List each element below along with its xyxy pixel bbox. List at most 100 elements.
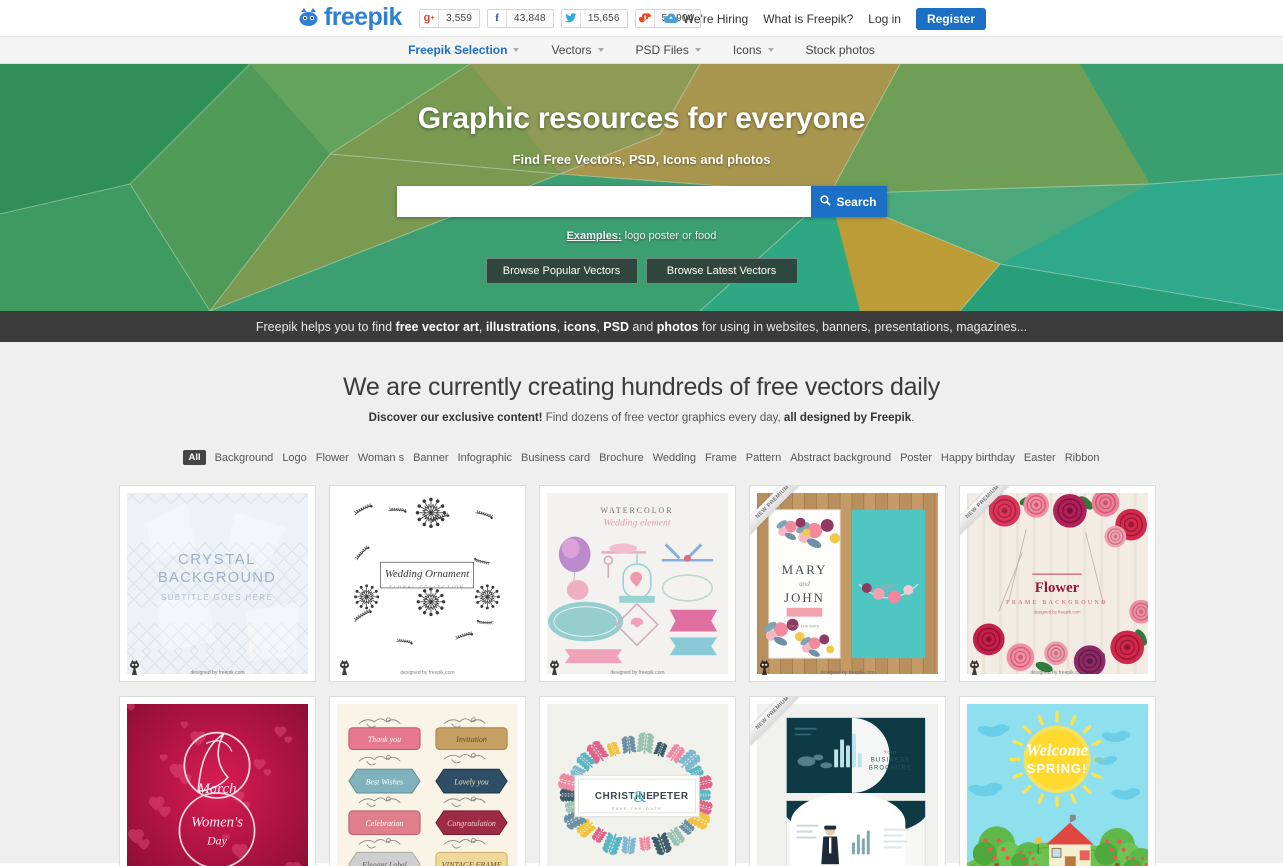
thumbnail-image-mary-john-invitation: MARY and JOHN SAVE THE DATE: [757, 493, 938, 674]
thumbnail-image-christine-peter: CHRISTINE & PETER SAVE THE DATE: [547, 704, 728, 866]
svg-text:FRAME BACKGROUND: FRAME BACKGROUND: [1006, 600, 1108, 606]
thumbnail-card-welcome-spring[interactable]: Welcome SPRING!: [959, 696, 1156, 866]
login-link[interactable]: Log in: [868, 12, 901, 26]
svg-text:SAVE THE DATE: SAVE THE DATE: [612, 806, 663, 811]
nav-item-label: Freepik Selection: [408, 43, 508, 57]
nav-item-icons[interactable]: Icons: [717, 37, 790, 63]
strip-text-1: Freepik helps you to find: [255, 319, 396, 334]
tag-frame[interactable]: Frame: [705, 452, 737, 464]
section-subtitle: Discover our exclusive content! Find doz…: [0, 412, 1283, 424]
thumbnail-credit: designed by freepik.com: [820, 670, 875, 676]
tag-flower[interactable]: Flower: [316, 452, 349, 464]
thumbnail-credit: designed by freepik.com: [1030, 670, 1085, 676]
google-plus-count: 3,559: [446, 12, 473, 24]
tag-pattern[interactable]: Pattern: [746, 452, 781, 464]
svg-text:Best Wishes: Best Wishes: [366, 778, 404, 787]
nav-item-vectors[interactable]: Vectors: [535, 37, 619, 63]
thumbnail-card-vintage-labels[interactable]: Thank you Invitation Best Wishes Lovely …: [329, 696, 526, 866]
strip-bold-3: icons: [563, 319, 597, 334]
tag-easter[interactable]: Easter: [1024, 452, 1056, 464]
category-filter-tags: All Background Logo Flower Woman s Banner Info…: [0, 450, 1283, 465]
svg-text:BUSINESS: BUSINESS: [871, 757, 910, 763]
thumbnail-card-mary-john-invitation[interactable]: MARY and JOHN SAVE THE DATE NEW PREMIUM d…: [749, 485, 946, 682]
svg-text:Flower: Flower: [1035, 580, 1080, 596]
logo-wordmark: freepik: [324, 2, 402, 31]
top-right-nav: We're Hiring What is Freepik? Log in Reg…: [663, 7, 986, 30]
strip-text-3: ,: [556, 319, 564, 334]
tag-abstract-background[interactable]: Abstract background: [790, 452, 891, 464]
social-facebook[interactable]: f 43,848: [487, 8, 554, 28]
search-input[interactable]: [396, 186, 811, 217]
example-food[interactable]: food: [695, 230, 716, 242]
chevron-down-icon: [767, 48, 774, 52]
tag-poster[interactable]: Poster: [900, 452, 932, 464]
browse-latest-vectors-button[interactable]: Browse Latest Vectors: [645, 258, 798, 284]
thumbnail-image-womens-day-8march: March 8 Women's Day: [127, 704, 308, 866]
example-poster[interactable]: poster: [649, 230, 680, 242]
svg-text:JOHN: JOHN: [784, 591, 825, 605]
freepik-logo[interactable]: freepik: [297, 4, 402, 30]
search-button[interactable]: Search: [810, 186, 887, 217]
tag-banner[interactable]: Banner: [413, 452, 448, 464]
tag-background[interactable]: Background: [215, 452, 274, 464]
nav-item-stock-photos[interactable]: Stock photos: [790, 37, 891, 63]
tag-all[interactable]: All: [183, 450, 206, 465]
thumbnail-card-business-brochure[interactable]: Your BUSINESS BROCHURE NEW PREMIUM: [749, 696, 946, 866]
thumbnail-image-wedding-ornament: Wedding Ornament FLORAL COLLECTION: [337, 493, 518, 674]
freepik-mark-icon: [297, 6, 320, 27]
hero-title: Graphic resources for everyone: [417, 102, 866, 135]
nav-item-label: PSD Files: [635, 43, 689, 57]
nav-item-psd-files[interactable]: PSD Files: [620, 37, 717, 63]
what-is-freepik-link[interactable]: What is Freepik?: [763, 12, 853, 26]
nav-item-label: Stock photos: [805, 43, 875, 57]
svg-text:Wedding Ornament: Wedding Ornament: [385, 568, 470, 580]
thumbnail-card-wedding-ornament[interactable]: Wedding Ornament FLORAL COLLECTION design…: [329, 485, 526, 682]
thumbnail-card-womens-day-8march[interactable]: March 8 Women's Day: [119, 696, 316, 866]
chevron-down-icon: [597, 48, 604, 52]
svg-text:WATERCOLOR: WATERCOLOR: [601, 506, 674, 515]
svg-text:FLORAL COLLECTION: FLORAL COLLECTION: [389, 584, 464, 589]
search-examples: Examples: logo poster or food: [0, 230, 1283, 242]
thumbnail-grid: CRYSTAL BACKGROUND SUBTITLE GOES HERE de…: [119, 485, 1164, 866]
strip-text-5: and: [628, 319, 657, 334]
main-navigation: Freepik Selection Vectors PSD Files Icons St…: [0, 37, 1283, 64]
browse-popular-vectors-button[interactable]: Browse Popular Vectors: [485, 258, 638, 284]
tag-ribbon[interactable]: Ribbon: [1065, 452, 1100, 464]
tag-wedding[interactable]: Wedding: [653, 452, 696, 464]
thumbnail-card-christine-peter[interactable]: CHRISTINE & PETER SAVE THE DATE: [539, 696, 736, 866]
nav-item-freepik-selection[interactable]: Freepik Selection: [392, 37, 535, 63]
tag-woman-s[interactable]: Woman s: [358, 452, 404, 464]
thumbnail-card-flower-frame[interactable]: Flower FRAME BACKGROUND designed by free…: [959, 485, 1156, 682]
social-twitter[interactable]: 15,656: [560, 8, 628, 28]
thumbnail-image-vintage-labels: Thank you Invitation Best Wishes Lovely …: [337, 704, 518, 866]
thumbnail-card-watercolor-wedding[interactable]: WATERCOLOR Wedding element designed by f…: [539, 485, 736, 682]
thumbnail-image-crystal-background: CRYSTAL BACKGROUND SUBTITLE GOES HERE: [127, 493, 308, 674]
tag-logo[interactable]: Logo: [282, 452, 306, 464]
thumbnail-credit: designed by freepik.com: [610, 670, 665, 676]
strip-text-6: for using in websites, banners, presenta…: [698, 319, 1028, 334]
tag-happy-birthday[interactable]: Happy birthday: [941, 452, 1015, 464]
svg-text:Invitation: Invitation: [455, 735, 487, 744]
tag-brochure[interactable]: Brochure: [599, 452, 644, 464]
examples-label: Examples:: [566, 230, 622, 242]
tag-infographic[interactable]: Infographic: [458, 452, 512, 464]
were-hiring-link[interactable]: We're Hiring: [663, 12, 748, 26]
tag-business-card[interactable]: Business card: [521, 452, 590, 464]
svg-text:CRYSTAL: CRYSTAL: [178, 552, 256, 568]
section-subtitle-text-1: Find dozens of free vector graphics ever…: [542, 412, 784, 424]
twitter-count: 15,656: [587, 12, 620, 24]
thumbnail-image-flower-frame: Flower FRAME BACKGROUND designed by free…: [967, 493, 1148, 674]
example-logo[interactable]: logo: [625, 230, 646, 242]
svg-text:Celebration: Celebration: [366, 819, 404, 828]
search-button-label: Search: [836, 194, 877, 209]
main-content: We are currently creating hundreds of fr…: [0, 342, 1283, 866]
strip-text-2: ,: [478, 319, 486, 334]
svg-text:Thank you: Thank you: [368, 735, 401, 744]
svg-text:VINTAGE FRAME: VINTAGE FRAME: [442, 861, 502, 866]
info-strip: Freepik helps you to find free vector ar…: [0, 311, 1283, 342]
register-button[interactable]: Register: [915, 7, 986, 30]
examples-joiner: or: [682, 230, 692, 242]
social-google-plus[interactable]: g + 3,559: [419, 8, 481, 28]
thumbnail-card-crystal-background[interactable]: CRYSTAL BACKGROUND SUBTITLE GOES HERE de…: [119, 485, 316, 682]
svg-text:Lovely you: Lovely you: [453, 778, 489, 787]
